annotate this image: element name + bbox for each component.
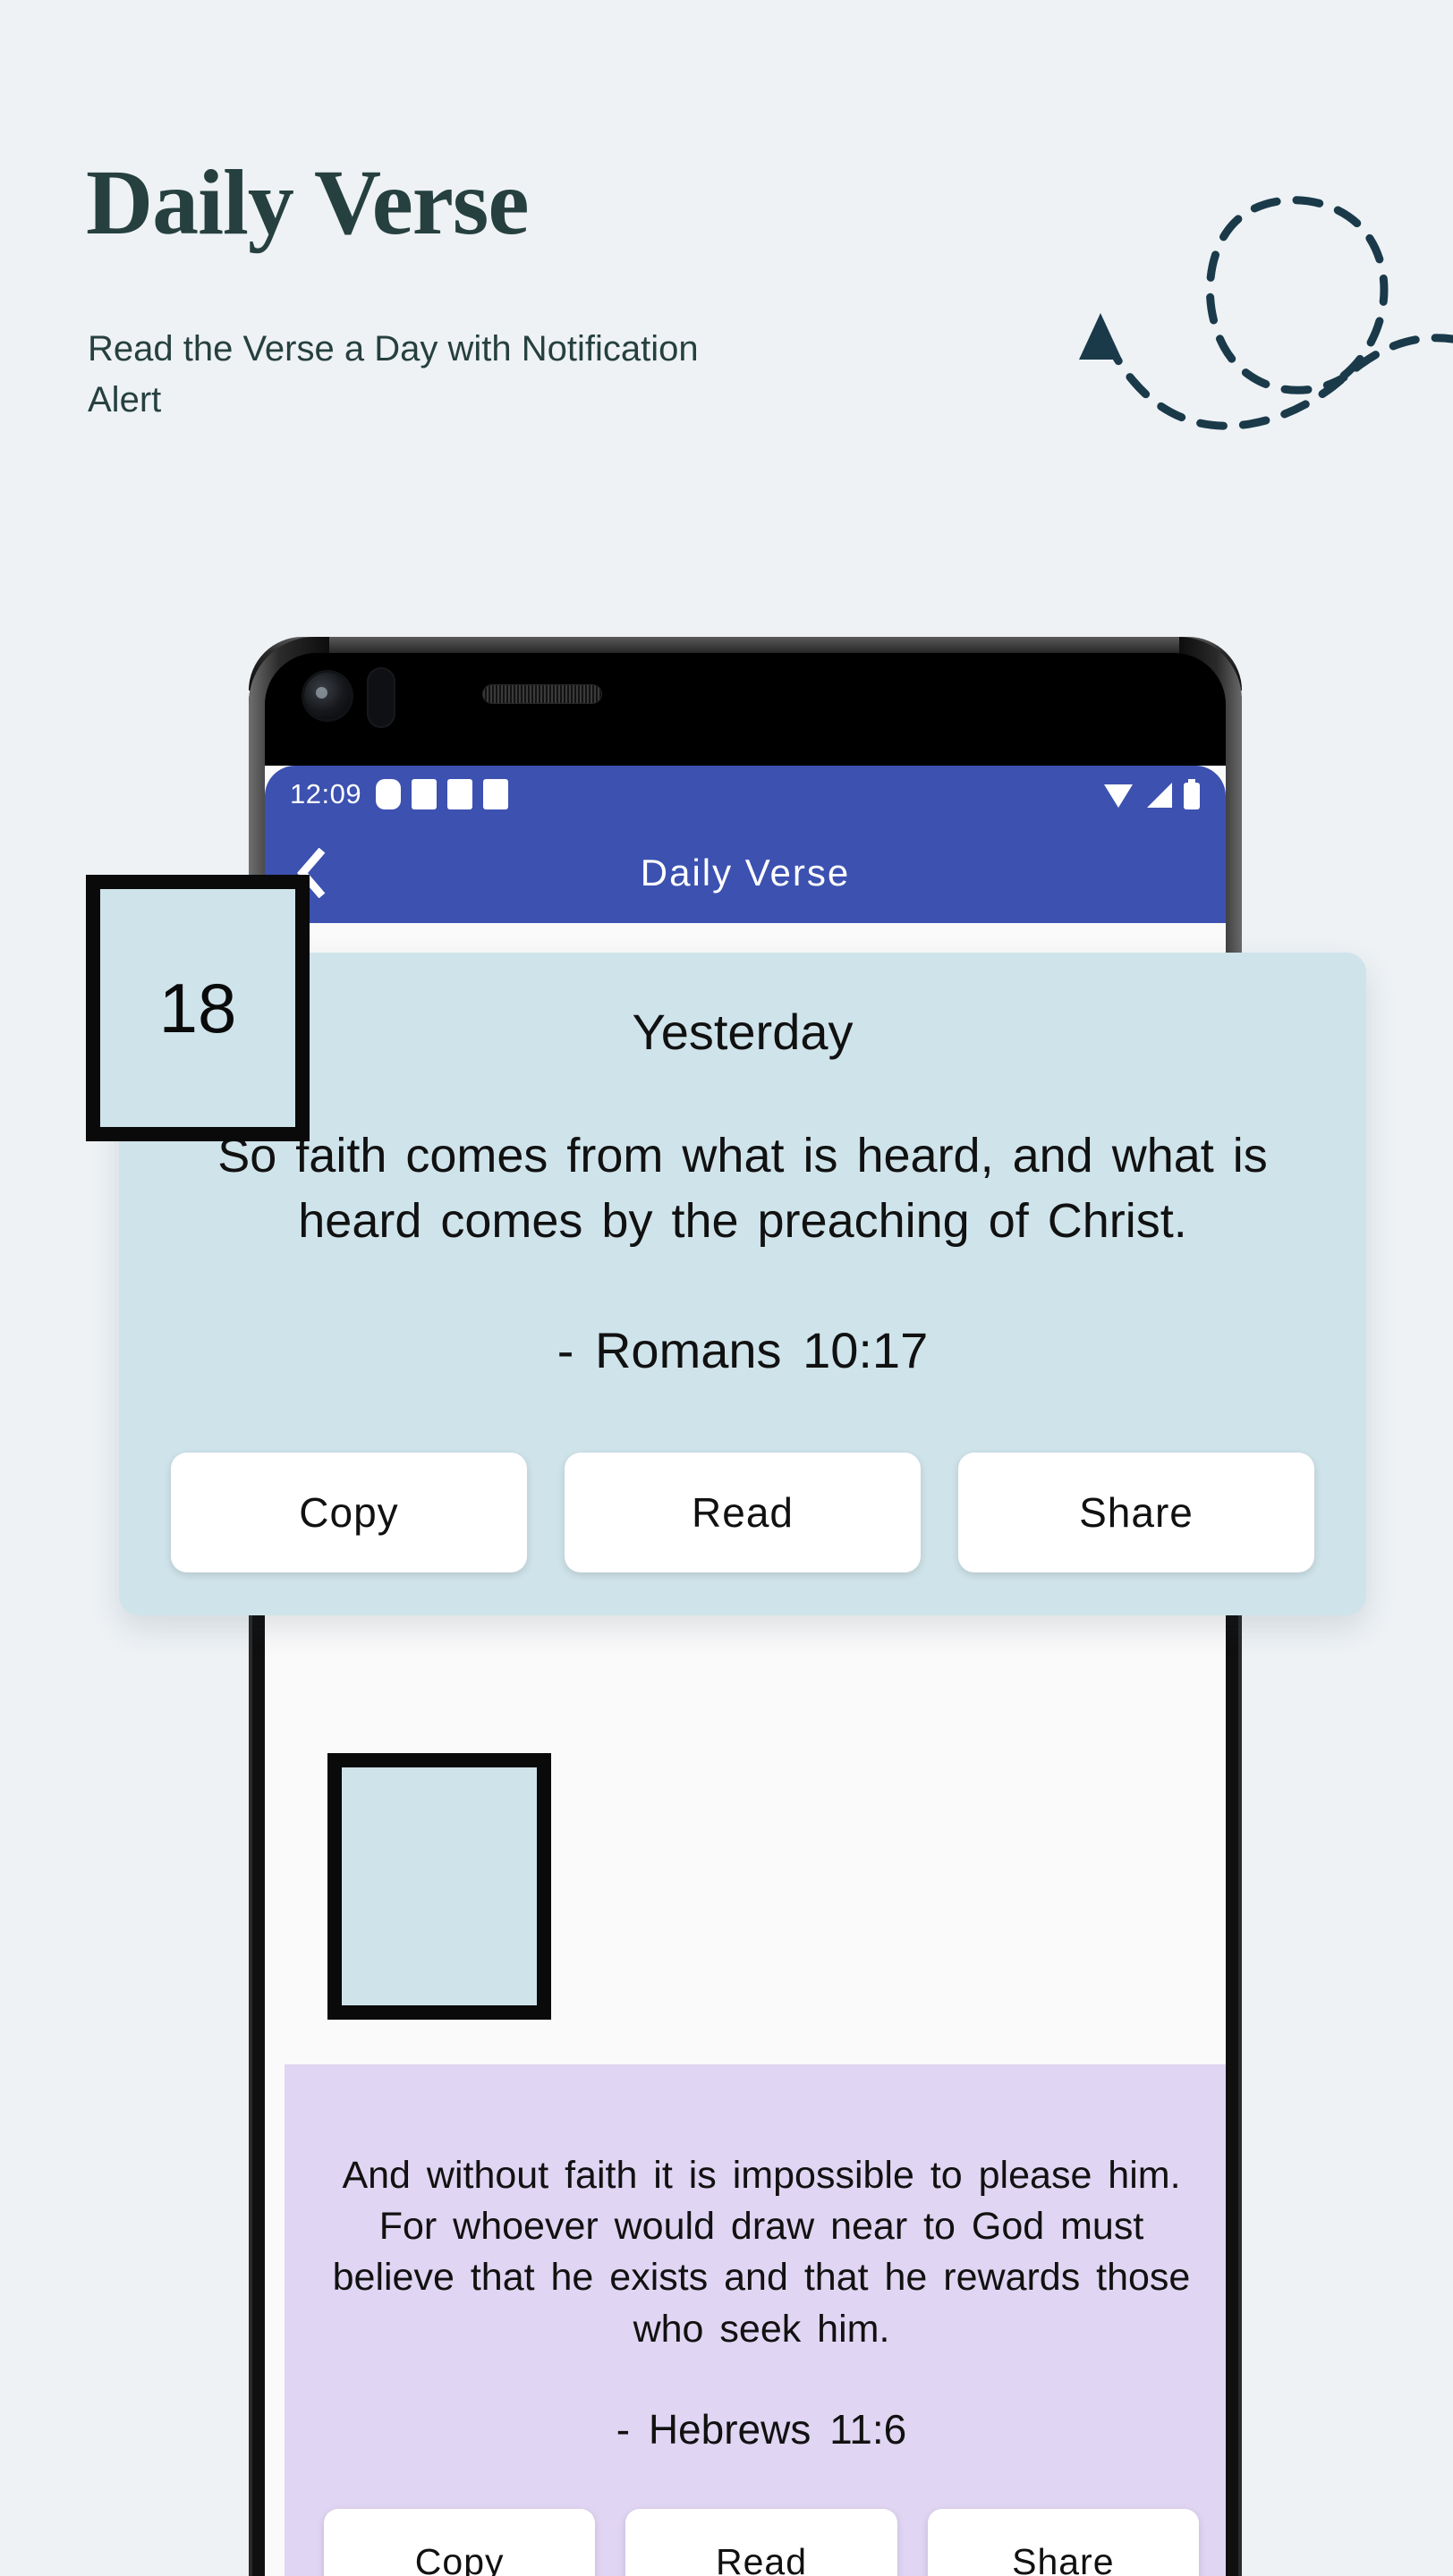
notification-icon: [447, 779, 473, 809]
dashed-loop-arrow-icon: [1079, 196, 1453, 430]
read-button[interactable]: Read: [565, 1452, 921, 1572]
verse-actions: Copy Read Share: [324, 2508, 1199, 2576]
read-button[interactable]: Read: [625, 2508, 897, 2576]
page-subtitle: Read the Verse a Day with Notification A…: [88, 329, 699, 419]
date-badge-day: 18: [158, 968, 237, 1047]
date-badge-18: 18: [86, 875, 310, 1141]
verse-day-label: Yesterday: [632, 1004, 854, 1060]
copy-button[interactable]: Copy: [324, 2508, 596, 2576]
screen-edge-filler: [265, 2064, 285, 2576]
notification-icon: [376, 779, 402, 809]
battery-icon: [1184, 779, 1200, 809]
share-button[interactable]: Share: [958, 1452, 1314, 1572]
verse-card-second: And without faith it is impossible to pl…: [281, 2064, 1226, 2576]
app-bar: Daily Verse: [265, 823, 1226, 923]
copy-button[interactable]: Copy: [171, 1452, 527, 1572]
status-bar-notification-icons: [376, 779, 509, 809]
status-bar-system-icons: [1102, 779, 1201, 809]
verse-actions: Copy Read Share: [171, 1452, 1314, 1572]
wifi-icon: [1104, 784, 1133, 808]
front-camera-icon: [304, 673, 351, 719]
date-badge-second: [327, 1753, 551, 2020]
cellular-signal-icon: [1147, 783, 1172, 808]
app-bar-title: Daily Verse: [640, 852, 851, 894]
notification-icon: [412, 779, 438, 809]
notification-icon: [483, 779, 509, 809]
verse-reference: - Romans 10:17: [557, 1321, 929, 1378]
status-bar: 12:09: [265, 766, 1226, 823]
poster-canvas: Daily Verse Read the Verse a Day with No…: [0, 0, 1453, 2576]
share-button[interactable]: Share: [927, 2508, 1199, 2576]
earpiece-speaker-icon: [483, 685, 601, 703]
page-title: Daily Verse: [86, 151, 530, 254]
verse-reference: - Hebrews 11:6: [616, 2405, 907, 2453]
verse-text: And without faith it is impossible to pl…: [332, 2154, 1191, 2351]
status-bar-clock: 12:09: [290, 778, 362, 809]
proximity-sensor-icon: [369, 669, 394, 726]
verse-text: So faith comes from what is heard, and w…: [217, 1129, 1268, 1249]
